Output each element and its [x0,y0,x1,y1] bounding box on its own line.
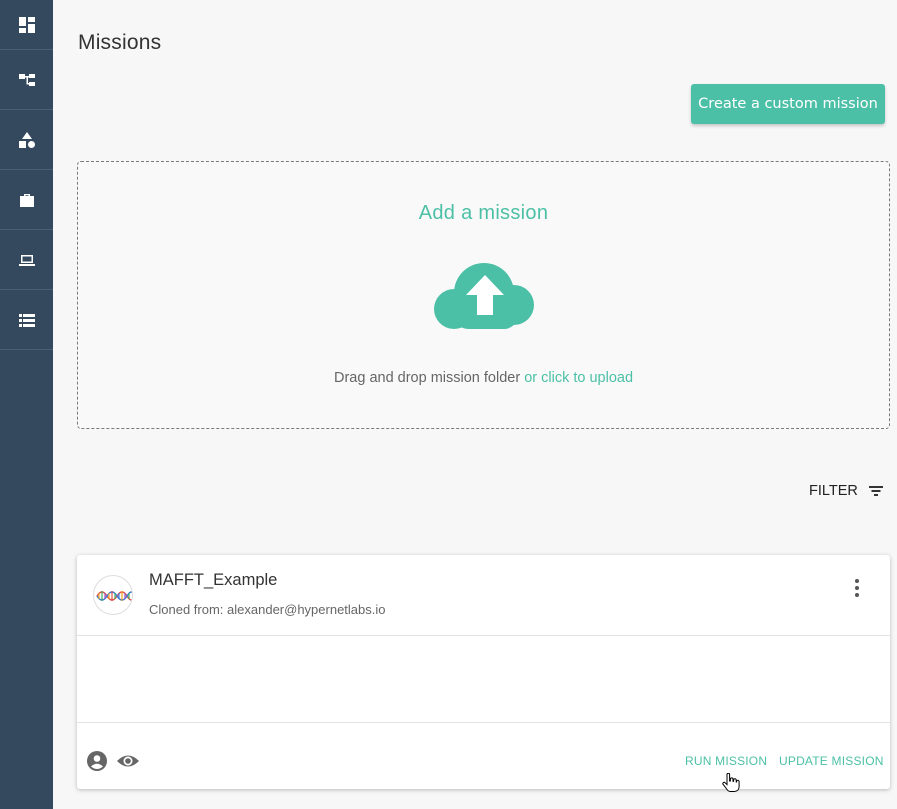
mission-dropzone[interactable]: Add a mission Drag and drop mission fold… [77,161,890,429]
sidebar-item-list[interactable] [0,290,53,350]
laptop-icon [18,254,35,266]
click-to-upload-link[interactable]: or click to upload [524,370,633,386]
sidebar-item-hierarchy[interactable] [0,50,53,110]
hierarchy-icon [18,73,35,86]
sidebar [0,0,53,809]
card-divider [77,722,890,723]
card-divider [77,635,890,636]
card-footer-icons [87,751,139,771]
shapes-icon [18,131,35,148]
account-icon[interactable] [87,751,107,771]
sidebar-item-briefcase[interactable] [0,170,53,230]
hand-cursor-icon [722,773,740,792]
sidebar-item-shapes[interactable] [0,110,53,170]
filter-button[interactable]: FILTER [809,483,884,499]
sidebar-item-laptop[interactable] [0,230,53,290]
dropzone-text: Drag and drop mission folder [333,370,521,386]
update-mission-button[interactable]: UPDATE MISSION [779,754,884,768]
list-icon [18,313,35,327]
dropzone-instructions: Drag and drop mission folder or click to… [78,370,889,386]
run-mission-button[interactable]: RUN MISSION [685,754,767,768]
mission-card: MAFFT_Example Cloned from: alexander@hyp… [77,555,890,789]
dna-logo-icon [96,591,132,601]
cloud-upload-icon [434,263,534,329]
mission-avatar [93,575,133,615]
filter-icon [868,486,883,496]
dashboard-icon [18,16,35,33]
mission-cloned-from: Cloned from: alexander@hypernetlabs.io [149,602,386,617]
briefcase-icon [19,193,34,207]
eye-icon[interactable] [117,751,139,771]
sidebar-item-dashboard[interactable] [0,0,53,50]
dropzone-title: Add a mission [418,202,549,224]
more-options-icon[interactable] [848,576,866,600]
filter-label: FILTER [809,483,858,499]
create-custom-mission-button[interactable]: Create a custom mission [691,84,885,124]
page-title: Missions [78,31,162,54]
mission-name: MAFFT_Example [149,571,278,589]
